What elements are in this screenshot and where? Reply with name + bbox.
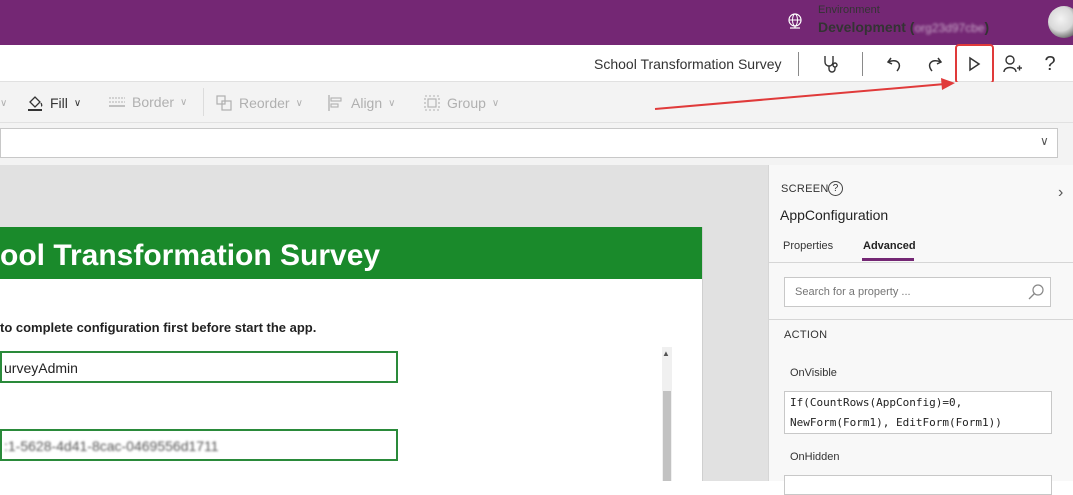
app-name: School Transformation Survey — [594, 56, 782, 72]
chevron-down-icon: ∨ — [388, 97, 396, 109]
share-user-icon — [1003, 55, 1022, 73]
search-icon — [1028, 284, 1044, 300]
environment-org-id: org23d97cbe — [914, 21, 985, 35]
guid-value: :1-5628-4d41-8cac-0469556d1711 — [4, 438, 219, 454]
chevron-down-icon: ∨ — [180, 96, 188, 108]
group-icon — [424, 95, 440, 111]
tab-advanced[interactable]: Advanced — [863, 240, 916, 252]
stethoscope-icon — [824, 56, 838, 73]
border-lines-icon — [109, 97, 125, 107]
info-help-icon[interactable]: ? — [828, 181, 843, 196]
formula-bar-input[interactable] — [0, 128, 1058, 158]
help-button[interactable]: ? — [1036, 50, 1064, 78]
instruction-label[interactable]: to complete configuration first before s… — [0, 320, 316, 335]
chevron-down-icon[interactable]: ∨ — [1040, 134, 1049, 148]
fill-button[interactable]: Fill ∨ — [26, 94, 81, 112]
redo-button[interactable] — [920, 50, 948, 78]
group-label: Group — [447, 95, 486, 111]
command-separator — [798, 52, 799, 76]
reorder-button[interactable]: Reorder ∨ — [215, 94, 303, 112]
chevron-down-icon: ∨ — [295, 97, 303, 109]
onvisible-code-line: NewForm(Form1), EditForm(Form1)) — [790, 416, 1002, 429]
reorder-label: Reorder — [239, 95, 290, 111]
scrollbar-thumb[interactable] — [663, 391, 671, 481]
tab-properties[interactable]: Properties — [783, 240, 833, 252]
action-section-header[interactable]: ACTION — [784, 329, 827, 341]
app-title-label[interactable]: ool Transformation Survey — [0, 239, 380, 273]
chevron-down-icon: ∨ — [73, 97, 82, 109]
onhidden-formula-input[interactable] — [784, 475, 1052, 495]
chevron-down-icon: ∨ — [491, 97, 500, 109]
ribbon-overflow-chevron[interactable]: ∨ — [0, 98, 7, 109]
environment-close-paren: ) — [984, 19, 990, 35]
paint-bucket-icon — [28, 96, 43, 111]
help-icon: ? — [1044, 52, 1056, 75]
environment-name: Development ( — [818, 19, 915, 35]
share-button[interactable] — [998, 50, 1026, 78]
align-left-icon — [328, 95, 342, 111]
section-divider — [769, 319, 1073, 320]
environment-label: Environment — [818, 4, 880, 16]
screen-name: AppConfiguration — [780, 207, 889, 223]
property-search-input[interactable] — [784, 277, 1051, 307]
control-type-label: SCREEN — [781, 183, 829, 195]
onvisible-label: OnVisible — [790, 367, 837, 379]
command-bar — [0, 45, 1073, 82]
guid-field[interactable]: :1-5628-4d41-8cac-0469556d1711 — [0, 429, 398, 461]
chevron-right-icon[interactable]: › — [1058, 184, 1063, 202]
align-button[interactable]: Align ∨ — [327, 94, 395, 112]
tabs-divider — [769, 262, 1073, 263]
command-separator — [862, 52, 863, 76]
ribbon-separator — [203, 88, 204, 116]
admin-name-field[interactable]: urveyAdmin — [0, 351, 398, 383]
fill-label: Fill — [50, 95, 68, 111]
user-avatar[interactable] — [1048, 6, 1073, 38]
globe-icon[interactable] — [786, 13, 804, 31]
app-checker-button[interactable] — [817, 50, 845, 78]
active-tab-indicator — [862, 258, 914, 261]
undo-icon — [886, 57, 901, 72]
reorder-icon — [216, 95, 232, 111]
undo-button[interactable] — [881, 50, 909, 78]
border-button[interactable]: Border ∨ — [108, 94, 187, 110]
border-label: Border — [132, 94, 175, 110]
align-label: Align — [351, 95, 383, 111]
environment-picker[interactable]: Development (org23d97cbe) — [818, 19, 989, 35]
scroll-up-arrow-icon[interactable]: ▲ — [662, 349, 670, 358]
redo-icon — [928, 57, 943, 72]
onhidden-label: OnHidden — [790, 451, 840, 463]
group-button[interactable]: Group ∨ — [423, 94, 499, 112]
onvisible-code-line: If(CountRows(AppConfig)=0, — [790, 396, 963, 409]
play-button-highlight — [955, 44, 994, 84]
